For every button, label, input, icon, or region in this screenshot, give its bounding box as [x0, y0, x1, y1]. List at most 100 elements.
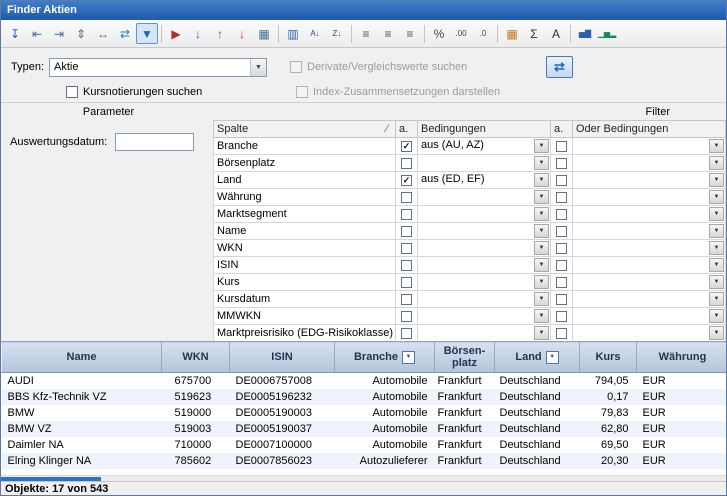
or-condition-dropdown[interactable]: ▼ — [709, 190, 724, 204]
filter-column-name[interactable]: ISIN — [214, 257, 396, 274]
condition-dropdown[interactable]: ▼ — [534, 224, 549, 238]
or-condition-dropdown[interactable]: ▼ — [709, 224, 724, 238]
line-chart-icon[interactable]: ▁▅▂ — [596, 23, 618, 44]
table-row[interactable]: AUDI675700DE0006757008AutomobileFrankfur… — [2, 373, 727, 389]
or-condition-active-checkbox[interactable] — [556, 192, 567, 203]
condition-dropdown[interactable]: ▼ — [534, 139, 549, 153]
remove-decimal-icon[interactable]: .0 — [472, 23, 494, 44]
column-layout-icon[interactable]: ▥ — [282, 23, 304, 44]
filter-header-bedingungen[interactable]: Bedingungen — [418, 121, 551, 138]
results-column-header[interactable]: ISIN — [230, 342, 335, 373]
column-filter-dropdown[interactable]: ▼ — [402, 351, 415, 364]
or-condition-active-checkbox[interactable] — [556, 243, 567, 254]
or-condition-dropdown[interactable]: ▼ — [709, 207, 724, 221]
condition-dropdown[interactable]: ▼ — [534, 241, 549, 255]
move-down-icon[interactable]: ↓ — [187, 23, 209, 44]
results-column-header[interactable]: Name — [2, 342, 162, 373]
align-right-icon[interactable]: ≡ — [399, 23, 421, 44]
sort-ascending-icon[interactable]: A↓ — [304, 23, 326, 44]
condition-dropdown[interactable]: ▼ — [534, 309, 549, 323]
calculator-icon[interactable]: ▦ — [253, 23, 275, 44]
or-condition-active-checkbox[interactable] — [556, 260, 567, 271]
condition-active-checkbox[interactable] — [401, 311, 412, 322]
or-condition-active-checkbox[interactable] — [556, 141, 567, 152]
kursnotierungen-checkbox[interactable] — [66, 86, 78, 98]
or-condition-active-checkbox[interactable] — [556, 311, 567, 322]
condition-active-checkbox[interactable]: ✓ — [401, 141, 412, 152]
filter-column-name[interactable]: Land — [214, 172, 396, 189]
filter-icon[interactable]: ▼ — [136, 23, 158, 44]
filter-column-name[interactable]: Börsenplatz — [214, 155, 396, 172]
condition-active-checkbox[interactable] — [401, 192, 412, 203]
or-condition-dropdown[interactable]: ▼ — [709, 139, 724, 153]
or-condition-active-checkbox[interactable] — [556, 209, 567, 220]
or-condition-dropdown[interactable]: ▼ — [709, 292, 724, 306]
auswertungsdatum-input[interactable] — [115, 133, 194, 151]
or-condition-dropdown[interactable]: ▼ — [709, 156, 724, 170]
condition-active-checkbox[interactable] — [401, 158, 412, 169]
chevron-down-icon[interactable]: ▼ — [250, 59, 266, 76]
column-filter-dropdown[interactable]: ▼ — [546, 351, 559, 364]
condition-dropdown[interactable]: ▼ — [534, 207, 549, 221]
table-row[interactable]: BBS Kfz-Technik VZ519623DE0005196232Auto… — [2, 389, 727, 405]
insert-column-icon[interactable]: ▶ — [165, 23, 187, 44]
condition-active-checkbox[interactable] — [401, 294, 412, 305]
align-left-icon[interactable]: ≡ — [355, 23, 377, 44]
collapse-columns-icon[interactable]: ⇤ — [26, 23, 48, 44]
filter-header-spalte[interactable]: Spalte ∕ — [214, 121, 396, 138]
horizontal-scrollbar[interactable] — [1, 475, 726, 481]
condition-active-checkbox[interactable] — [401, 277, 412, 288]
export-rows-icon[interactable]: ↧ — [4, 23, 26, 44]
or-condition-active-checkbox[interactable] — [556, 294, 567, 305]
filter-column-name[interactable]: Branche — [214, 138, 396, 155]
filter-column-name[interactable]: Kurs — [214, 274, 396, 291]
or-condition-dropdown[interactable]: ▼ — [709, 258, 724, 272]
condition-active-checkbox[interactable] — [401, 260, 412, 271]
filter-header-oder-bedingungen[interactable]: Oder Bedingungen — [573, 121, 726, 138]
condition-active-checkbox[interactable] — [401, 226, 412, 237]
align-center-icon[interactable]: ≡ — [377, 23, 399, 44]
filter-column-name[interactable]: Marktsegment — [214, 206, 396, 223]
condition-dropdown[interactable]: ▼ — [534, 156, 549, 170]
condition-dropdown[interactable]: ▼ — [534, 173, 549, 187]
refresh-icon[interactable]: ⇄ — [114, 23, 136, 44]
condition-dropdown[interactable]: ▼ — [534, 326, 549, 340]
filter-header-active1[interactable]: a. — [396, 121, 418, 138]
results-column-header[interactable]: Land▼ — [495, 342, 580, 373]
fit-height-icon[interactable]: ⇕ — [70, 23, 92, 44]
filter-header-active2[interactable]: a. — [551, 121, 573, 138]
condition-dropdown[interactable]: ▼ — [534, 190, 549, 204]
results-column-header[interactable]: Branche▼ — [335, 342, 435, 373]
scrollbar-thumb[interactable] — [1, 477, 101, 481]
filter-column-name[interactable]: WKN — [214, 240, 396, 257]
expand-columns-icon[interactable]: ⇥ — [48, 23, 70, 44]
remove-column-icon[interactable]: ↓ — [231, 23, 253, 44]
typen-select[interactable]: Aktie ▼ — [49, 58, 267, 77]
execute-search-button[interactable]: ⇄ — [546, 56, 573, 78]
or-condition-active-checkbox[interactable] — [556, 328, 567, 339]
table-row[interactable]: Elring Klinger NA785602DE0007856023Autoz… — [2, 453, 727, 469]
filter-column-name[interactable]: Währung — [214, 189, 396, 206]
table-row[interactable]: BMW VZ519003DE0005190037AutomobileFrankf… — [2, 421, 727, 437]
bar-chart-icon[interactable]: ▅▇ — [574, 23, 596, 44]
sum-icon[interactable]: Σ — [523, 23, 545, 44]
or-condition-dropdown[interactable]: ▼ — [709, 173, 724, 187]
results-column-header[interactable]: Kurs — [580, 342, 637, 373]
or-condition-active-checkbox[interactable] — [556, 158, 567, 169]
sort-descending-icon[interactable]: Z↓ — [326, 23, 348, 44]
filter-column-name[interactable]: Kursdatum — [214, 291, 396, 308]
or-condition-dropdown[interactable]: ▼ — [709, 326, 724, 340]
add-decimal-icon[interactable]: .00 — [450, 23, 472, 44]
font-icon[interactable]: A — [545, 23, 567, 44]
or-condition-dropdown[interactable]: ▼ — [709, 275, 724, 289]
or-condition-active-checkbox[interactable] — [556, 175, 567, 186]
condition-active-checkbox[interactable] — [401, 243, 412, 254]
condition-active-checkbox[interactable]: ✓ — [401, 175, 412, 186]
filter-column-name[interactable]: Marktpreisrisiko (EDG-Risikoklasse) — [214, 325, 396, 342]
filter-column-name[interactable]: MMWKN — [214, 308, 396, 325]
filter-column-name[interactable]: Name — [214, 223, 396, 240]
condition-dropdown[interactable]: ▼ — [534, 258, 549, 272]
or-condition-active-checkbox[interactable] — [556, 226, 567, 237]
results-column-header[interactable]: Börsen- platz — [435, 342, 495, 373]
highlight-cells-icon[interactable]: ▦ — [501, 23, 523, 44]
